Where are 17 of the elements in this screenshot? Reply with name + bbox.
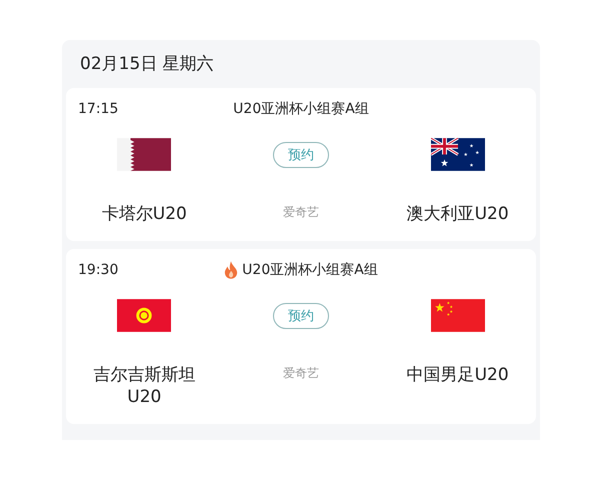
reserve-button[interactable]: 预约 [272,303,329,329]
team-name: 中国男足U20 [406,364,510,386]
flag-icon [430,138,485,171]
flag-icon [430,299,485,332]
flag-icon [117,299,172,332]
platform-label: 爱奇艺 [282,204,319,221]
flag-icon [117,138,172,171]
match-time: 17:15 [78,101,118,117]
match-time: 19:30 [78,262,118,278]
date-header: 02月15日 星期六 [79,53,215,76]
competition-title: U20亚洲杯小组赛A组 [242,261,378,279]
team-name: 吉尔吉斯斯坦U20 [92,364,196,408]
reserve-button[interactable]: 预约 [272,142,329,168]
team-name: 卡塔尔U20 [100,203,188,225]
competition-title: U20亚洲杯小组赛A组 [233,100,369,118]
platform-label: 爱奇艺 [282,365,319,382]
team-name: 澳大利亚U20 [406,203,510,225]
